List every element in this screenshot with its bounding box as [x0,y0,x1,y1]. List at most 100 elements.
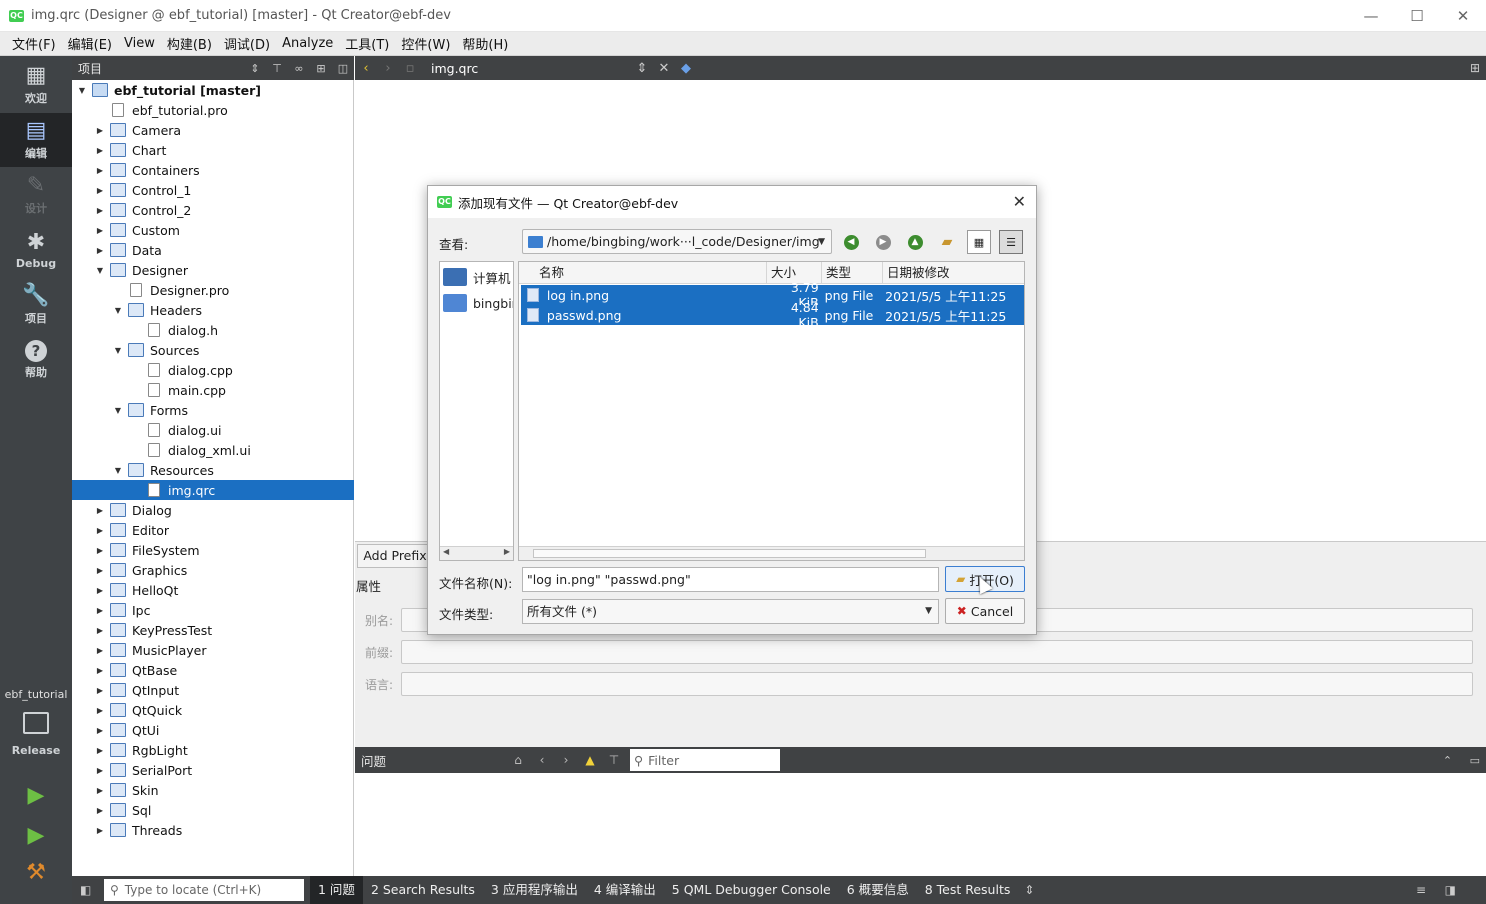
class-icon[interactable]: ◆ [675,61,697,76]
output-pane-menu-icon[interactable]: ⇕ [1024,883,1034,897]
collapsed-arrow-icon[interactable]: ▶ [94,206,106,215]
sidebar-item-computer[interactable]: 计算机 [443,265,511,289]
scrollbar-thumb[interactable] [533,549,926,558]
detail-view-icon[interactable]: ☰ [999,230,1023,254]
debug-run-icon[interactable]: ▶ [24,824,48,848]
close-document-icon[interactable]: ✕ [653,61,675,76]
expanded-arrow-icon[interactable]: ▼ [112,406,124,415]
mode-button[interactable]: ✎ 设计 [0,168,72,222]
property-input[interactable] [401,640,1473,664]
tree-item[interactable]: ▶ QtUi [72,720,354,740]
next-issue-icon[interactable]: › [554,753,578,767]
maximize-panel-icon[interactable]: ⌃ ▭ [1443,754,1480,767]
warning-filter-icon[interactable]: ▲ [578,753,602,767]
collapsed-arrow-icon[interactable]: ▶ [94,766,106,775]
expanded-arrow-icon[interactable]: ▼ [112,306,124,315]
collapsed-arrow-icon[interactable]: ▶ [94,566,106,575]
cancel-button[interactable]: ✖ Cancel [945,598,1025,624]
tree-item[interactable]: ▶ Control_2 [72,200,354,220]
locator-input[interactable]: ⚲ Type to locate (Ctrl+K) [104,879,304,901]
collapsed-arrow-icon[interactable]: ▶ [94,806,106,815]
collapsed-arrow-icon[interactable]: ▶ [94,246,106,255]
split-icon[interactable]: ⊞ [310,62,332,75]
tree-item[interactable]: ▼ Headers [72,300,354,320]
menu-item[interactable]: 控件(W) [395,34,456,53]
prev-issue-icon[interactable]: ‹ [530,753,554,767]
back-icon[interactable]: ◀ [839,230,863,254]
toggle-right-sidebar-icon[interactable]: ◨ [1445,883,1456,897]
progress-icon[interactable]: ≡ [1416,883,1426,897]
close-icon[interactable]: ✕ [1013,192,1026,211]
output-pane-tab[interactable]: 8 Test Results [917,876,1019,904]
tree-item[interactable]: main.cpp [72,380,354,400]
output-pane-tab[interactable]: 4 编译输出 [586,876,664,904]
view-switch-icon[interactable]: ⇕ [244,62,266,75]
tree-item[interactable]: ▶ Custom [72,220,354,240]
tree-item[interactable]: ▶ MusicPlayer [72,640,354,660]
tree-item[interactable]: dialog_xml.ui [72,440,354,460]
tree-item[interactable]: ▶ KeyPressTest [72,620,354,640]
tree-item[interactable]: ▼ Sources [72,340,354,360]
collapsed-arrow-icon[interactable]: ▶ [94,146,106,155]
menu-item[interactable]: 工具(T) [339,34,395,53]
link-icon[interactable]: ∞ [288,62,310,75]
menu-item[interactable]: Analyze [276,36,339,51]
filename-input[interactable]: "log in.png" "passwd.png" [522,567,939,592]
filter-icon[interactable]: ⊤ [266,62,288,75]
forward-icon[interactable]: › [377,61,399,76]
tree-item[interactable]: ▶ Dialog [72,500,354,520]
collapsed-arrow-icon[interactable]: ▶ [94,606,106,615]
menu-item[interactable]: 调试(D) [218,34,276,53]
collapsed-arrow-icon[interactable]: ▶ [94,706,106,715]
tree-item[interactable]: ▶ QtInput [72,680,354,700]
tree-item[interactable]: ▶ Camera [72,120,354,140]
expanded-arrow-icon[interactable]: ▼ [112,346,124,355]
collapsed-arrow-icon[interactable]: ▶ [94,226,106,235]
tree-item[interactable]: ▶ Skin [72,780,354,800]
tree-item[interactable]: ▶ HelloQt [72,580,354,600]
tree-item[interactable]: ▶ Threads [72,820,354,840]
output-pane-tab[interactable]: 1 问题 [310,876,363,904]
collapsed-arrow-icon[interactable]: ▶ [94,546,106,555]
tree-item[interactable]: ▶ Data [72,240,354,260]
tree-item[interactable]: ebf_tutorial.pro [72,100,354,120]
mode-button[interactable]: ▤ 编辑 [0,113,72,167]
close-panel-icon[interactable]: ◫ [332,62,354,75]
tree-item[interactable]: ▶ Chart [72,140,354,160]
sidebar-item-home[interactable]: bingbing [443,291,513,315]
collapsed-arrow-icon[interactable]: ▶ [94,506,106,515]
column-type[interactable]: 类型 [822,262,883,284]
maximize-icon[interactable]: ☐ [1394,0,1440,32]
collapsed-arrow-icon[interactable]: ▶ [94,126,106,135]
collapsed-arrow-icon[interactable]: ▶ [94,586,106,595]
output-pane-tab[interactable]: 5 QML Debugger Console [664,876,839,904]
menu-item[interactable]: View [118,36,161,51]
collapsed-arrow-icon[interactable]: ▶ [94,666,106,675]
collapsed-arrow-icon[interactable]: ▶ [94,746,106,755]
run-icon[interactable]: ▶ [24,784,48,808]
tree-item[interactable]: ▶ Graphics [72,560,354,580]
menu-item[interactable]: 构建(B) [161,34,218,53]
filter-icon[interactable]: ⊤ [602,753,626,767]
build-hammer-icon[interactable]: ⚒ [24,861,48,885]
collapsed-arrow-icon[interactable]: ▶ [94,686,106,695]
split-editor-icon[interactable]: ⊞ [1470,61,1480,75]
close-icon[interactable]: ✕ [1440,0,1486,32]
look-in-combobox[interactable]: /home/bingbing/work···l_code/Designer/im… [522,229,832,254]
menu-item[interactable]: 编辑(E) [62,34,118,53]
collapsed-arrow-icon[interactable]: ▶ [94,786,106,795]
tree-item[interactable]: ▶ Sql [72,800,354,820]
tree-item[interactable]: ▶ FileSystem [72,540,354,560]
tree-item[interactable]: ▶ QtQuick [72,700,354,720]
open-document-name[interactable]: img.qrc [431,61,631,76]
collapsed-arrow-icon[interactable]: ▶ [94,726,106,735]
new-folder-icon[interactable]: ▰ [935,230,959,254]
list-view-icon[interactable]: ▦ [967,230,991,254]
kit-build-config[interactable]: Release [0,744,72,757]
tree-item[interactable]: ▼ Forms [72,400,354,420]
property-input[interactable] [401,672,1473,696]
document-list-icon[interactable]: ⇕ [631,61,653,76]
collapsed-arrow-icon[interactable]: ▶ [94,186,106,195]
tree-item[interactable]: ▶ SerialPort [72,760,354,780]
tree-item[interactable]: ▼ Designer [72,260,354,280]
